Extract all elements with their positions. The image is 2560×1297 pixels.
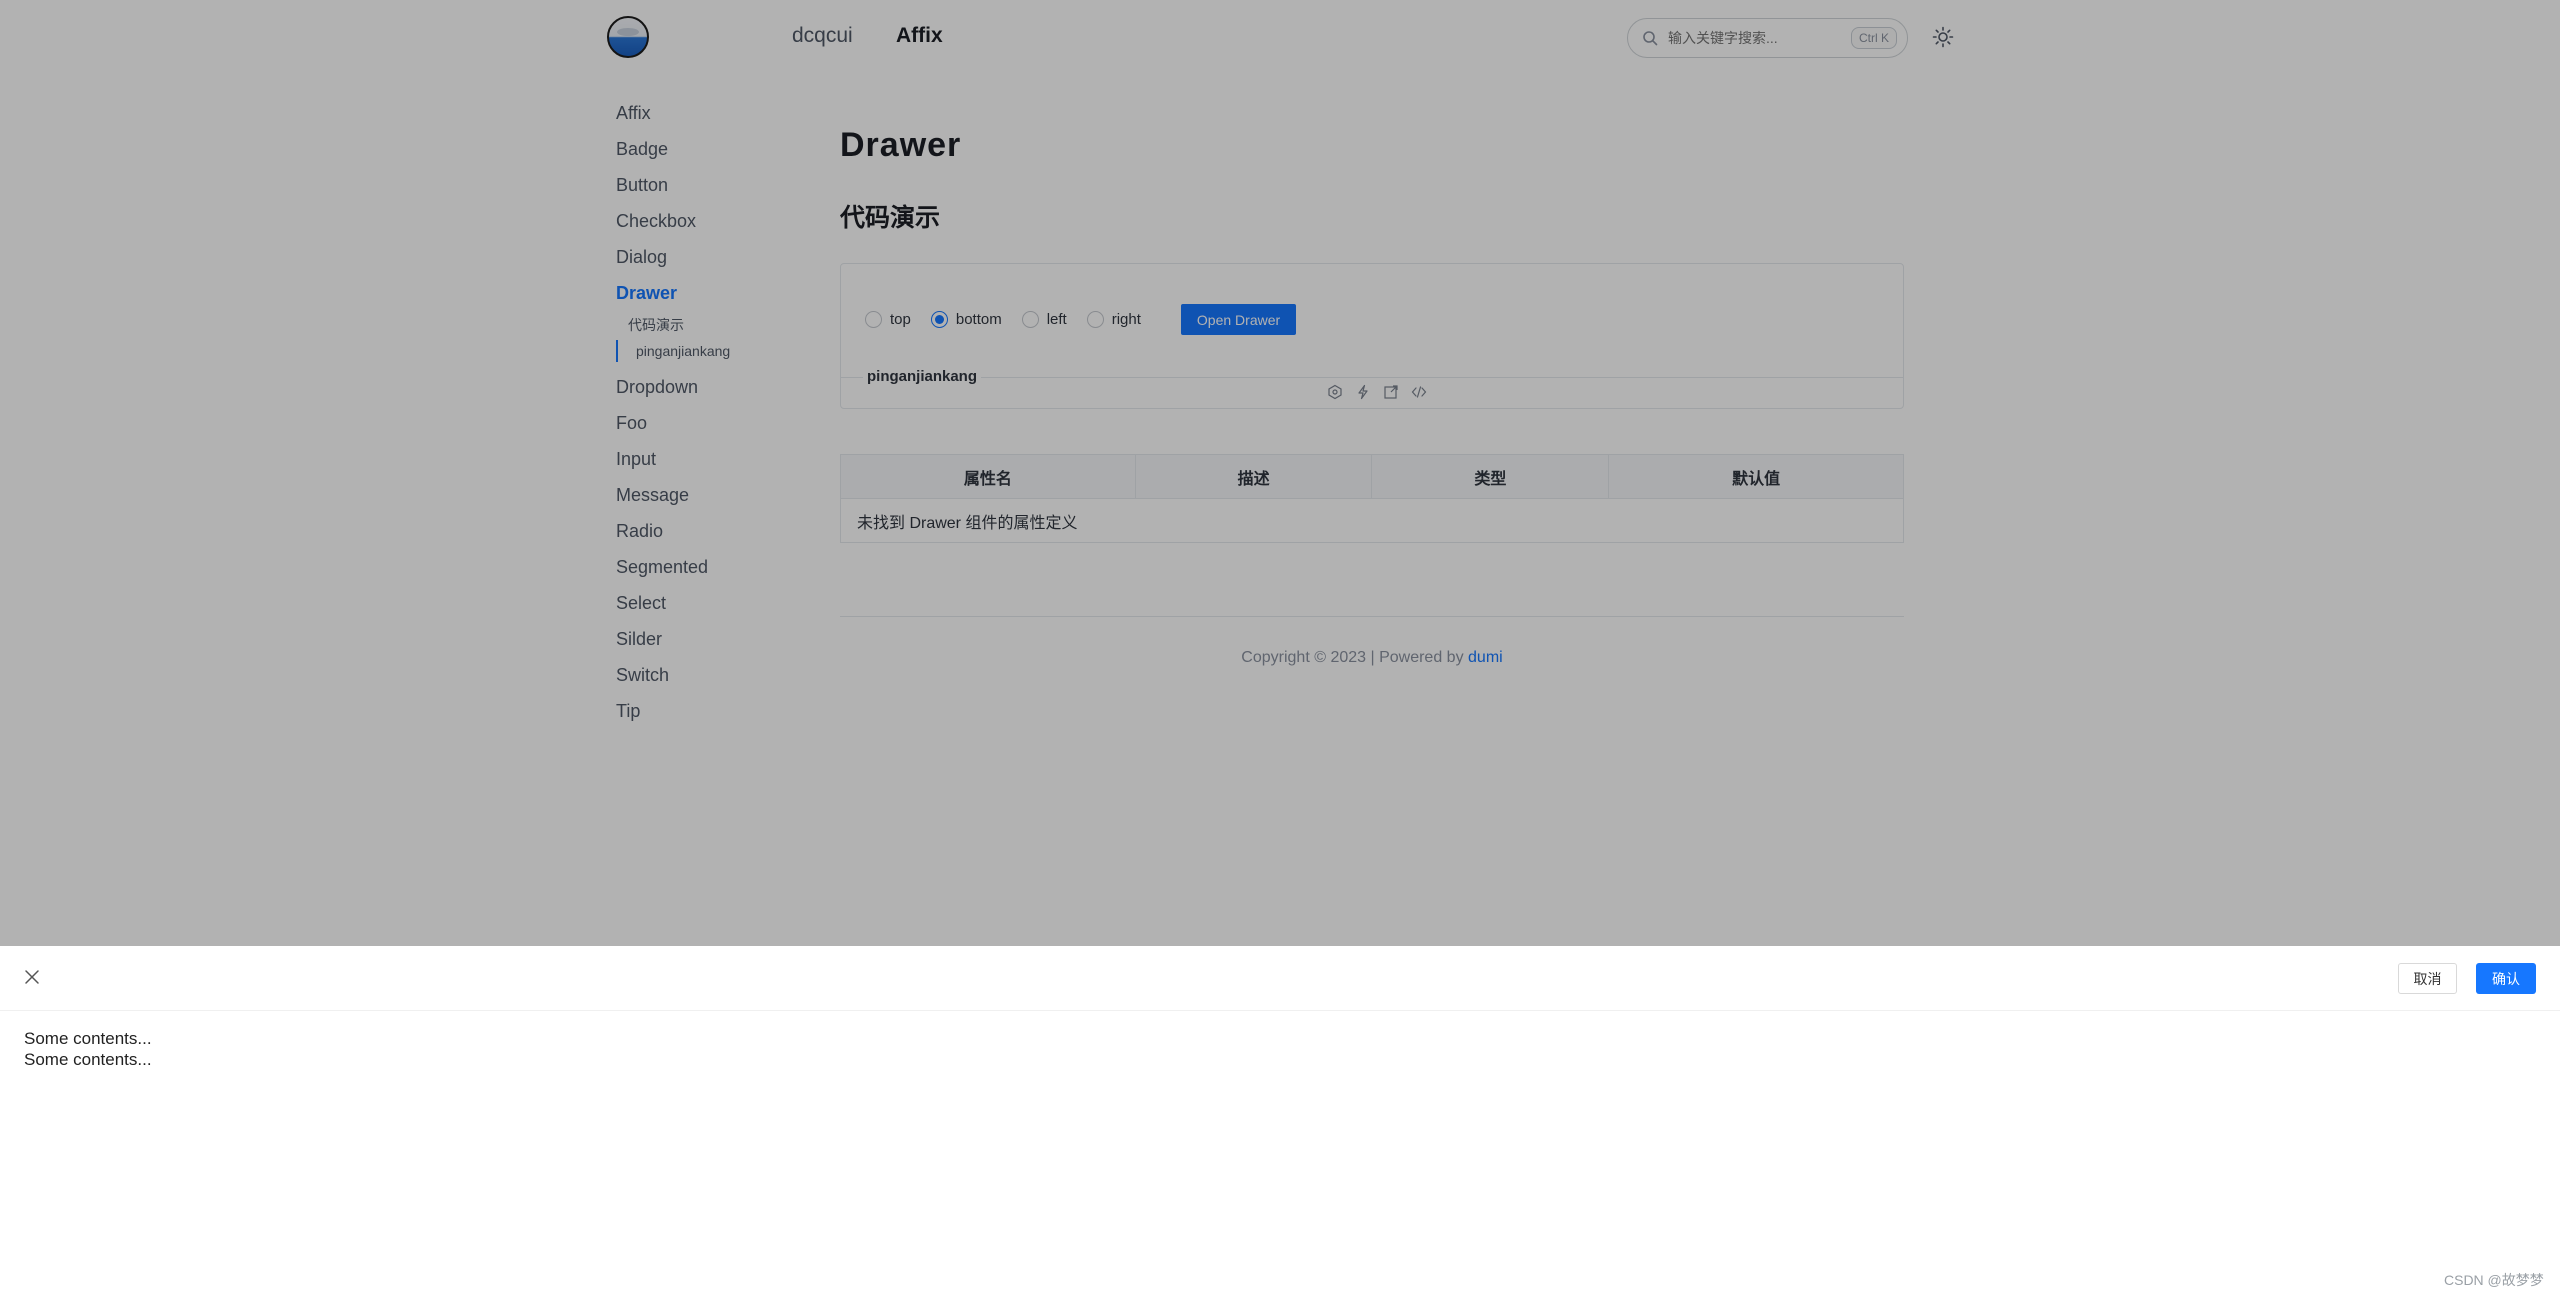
drawer-mask[interactable] [0, 0, 2560, 946]
drawer-content-line: Some contents... [24, 1029, 152, 1048]
confirm-button[interactable]: 确认 [2476, 963, 2536, 994]
watermark: CSDN @故梦梦 [2444, 1272, 2544, 1288]
drawer-panel: 取消 确认 Some contents... Some contents... [0, 946, 2560, 1297]
drawer-body: Some contents... Some contents... [24, 1028, 152, 1070]
drawer-content-line: Some contents... [24, 1050, 152, 1069]
close-icon[interactable] [23, 968, 41, 986]
drawer-header: 取消 确认 [0, 946, 2560, 1011]
cancel-button[interactable]: 取消 [2398, 963, 2457, 994]
